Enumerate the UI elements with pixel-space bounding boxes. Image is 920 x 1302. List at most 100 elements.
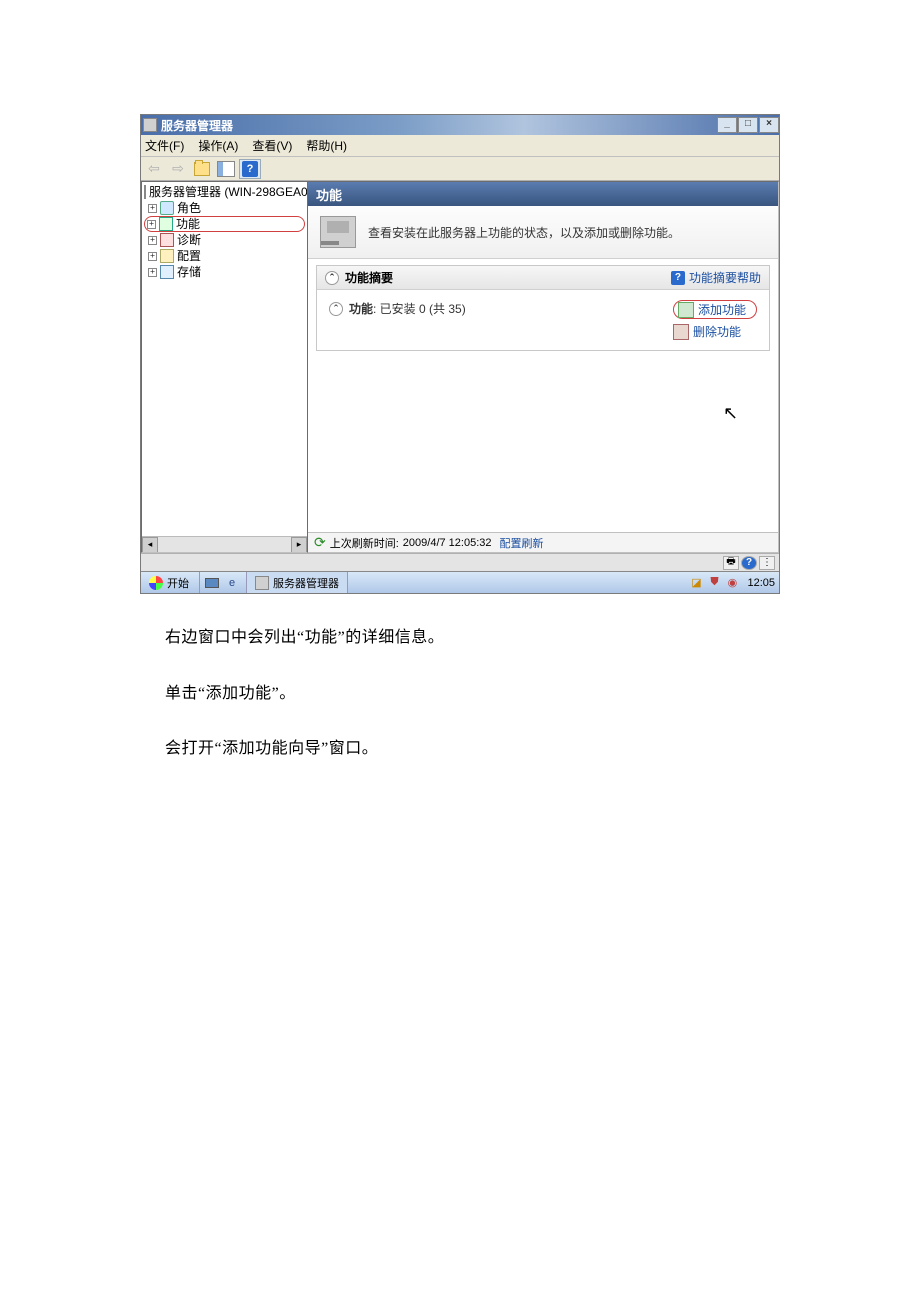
features-icon — [159, 217, 173, 231]
tray-shield-icon[interactable]: ⛊ — [707, 576, 721, 590]
configure-refresh-link[interactable]: 配置刷新 — [500, 535, 544, 551]
app-icon — [143, 118, 157, 132]
back-arrow-icon: ⇦ — [148, 160, 160, 177]
status-label: 功能 — [349, 300, 373, 317]
details-pane: 功能 查看安装在此服务器上功能的状态，以及添加或删除功能。 ⌃ 功能摘要 ? 功… — [307, 181, 779, 553]
doc-paragraph: 右边窗口中会列出“功能”的详细信息。 — [165, 625, 444, 651]
menu-help[interactable]: 帮助(H) — [306, 137, 347, 154]
section-title: 功能摘要 — [345, 269, 393, 286]
diagnostics-icon — [160, 233, 174, 247]
tree-item-roles[interactable]: + 角色 — [144, 200, 305, 216]
body: 服务器管理器 (WIN-298GEA078D + 角色 + 功能 + 诊断 — [141, 181, 779, 553]
doc-paragraph: 会打开“添加功能向导”窗口。 — [165, 736, 444, 762]
tree-label: 配置 — [177, 248, 201, 264]
forward-button[interactable]: ⇨ — [167, 159, 189, 179]
tree: 服务器管理器 (WIN-298GEA078D + 角色 + 功能 + 诊断 — [142, 182, 307, 536]
doc-paragraph: 单击“添加功能”。 — [165, 681, 444, 707]
expand-icon[interactable]: + — [148, 204, 157, 213]
remove-feature-link[interactable]: 删除功能 — [673, 323, 757, 340]
details-title: 功能 — [316, 185, 342, 204]
tree-item-storage[interactable]: + 存储 — [144, 264, 305, 280]
configuration-icon — [160, 249, 174, 263]
add-feature-label: 添加功能 — [698, 301, 746, 318]
menu-view[interactable]: 查看(V) — [252, 137, 292, 154]
storage-icon — [160, 265, 174, 279]
server-manager-window: 服务器管理器 _ □ × 文件(F) 操作(A) 查看(V) 帮助(H) ⇦ ⇨… — [140, 114, 780, 594]
tree-item-diagnostics[interactable]: + 诊断 — [144, 232, 305, 248]
menubar: 文件(F) 操作(A) 查看(V) 帮助(H) — [141, 135, 779, 157]
features-banner-icon — [320, 216, 356, 248]
menu-action[interactable]: 操作(A) — [198, 137, 238, 154]
tray-network-icon[interactable]: ◉ — [725, 576, 739, 590]
summary-help-link[interactable]: ? 功能摘要帮助 — [671, 269, 761, 286]
roles-icon — [160, 201, 174, 215]
panel-toggle[interactable] — [215, 159, 237, 179]
expand-icon[interactable]: + — [148, 268, 157, 277]
folder-icon — [194, 162, 210, 176]
refresh-icon: ⟳ — [314, 534, 326, 551]
tree-label: 存储 — [177, 264, 201, 280]
panel-icon — [217, 161, 235, 177]
minimize-button[interactable]: _ — [717, 117, 737, 133]
status-time: 2009/4/7 12:05:32 — [403, 537, 492, 549]
ie-icon: e — [229, 577, 235, 589]
document-text: 右边窗口中会列出“功能”的详细信息。 单击“添加功能”。 会打开“添加功能向导”… — [165, 625, 444, 792]
start-button[interactable]: 开始 — [141, 572, 197, 593]
features-summary-section: ⌃ 功能摘要 ? 功能摘要帮助 ⌃ 功能 : 已安装 0 (共 35) — [316, 265, 770, 351]
collapse-icon[interactable]: ⌃ — [329, 302, 343, 316]
maximize-button[interactable]: □ — [738, 117, 758, 133]
taskbar-item-server-manager[interactable]: 服务器管理器 — [246, 572, 348, 593]
help-link-label: 功能摘要帮助 — [689, 269, 761, 286]
banner-text: 查看安装在此服务器上功能的状态，以及添加或删除功能。 — [368, 224, 680, 241]
remove-feature-icon — [673, 324, 689, 340]
status-prefix: 上次刷新时间: — [330, 535, 399, 551]
start-label: 开始 — [167, 575, 189, 591]
add-feature-icon — [678, 302, 694, 318]
scroll-left-button[interactable]: ◂ — [142, 537, 158, 553]
help-toolbar-button[interactable]: ? — [239, 159, 261, 179]
menu-icon[interactable]: ⋮ — [759, 556, 775, 570]
tree-item-features[interactable]: + 功能 — [144, 216, 305, 232]
expand-icon[interactable]: + — [147, 220, 156, 229]
back-button[interactable]: ⇦ — [143, 159, 165, 179]
expand-icon[interactable]: + — [148, 252, 157, 261]
remove-feature-label: 删除功能 — [693, 323, 741, 340]
help-icon[interactable]: ? — [741, 556, 757, 570]
taskbar-clock[interactable]: 12:05 — [743, 577, 775, 589]
tree-root-label: 服务器管理器 (WIN-298GEA078D — [149, 184, 307, 200]
quicklaunch-show-desktop[interactable] — [202, 575, 222, 591]
close-button[interactable]: × — [759, 117, 779, 133]
windows-logo-icon — [149, 576, 163, 590]
status-value: : 已安装 0 (共 35) — [373, 300, 466, 317]
section-body: ⌃ 功能 : 已安装 0 (共 35) 添加功能 删除功能 — [317, 290, 769, 350]
tree-label: 角色 — [177, 200, 201, 216]
titlebar: 服务器管理器 _ □ × — [141, 115, 779, 135]
tree-item-configuration[interactable]: + 配置 — [144, 248, 305, 264]
tree-label: 功能 — [176, 216, 200, 232]
quicklaunch-item[interactable]: e — [222, 575, 242, 591]
print-icon[interactable]: 🖶 — [723, 556, 739, 570]
add-feature-link[interactable]: 添加功能 — [673, 300, 757, 319]
tree-root[interactable]: 服务器管理器 (WIN-298GEA078D — [144, 184, 305, 200]
toolbar: ⇦ ⇨ ? — [141, 157, 779, 181]
expand-icon[interactable]: + — [148, 236, 157, 245]
help-icon: ? — [671, 271, 685, 285]
statusbar: ⟳ 上次刷新时间: 2009/4/7 12:05:32 配置刷新 — [308, 532, 778, 552]
app-icon — [255, 576, 269, 590]
window-title: 服务器管理器 — [161, 117, 233, 134]
installed-status: ⌃ 功能 : 已安装 0 (共 35) — [329, 300, 466, 317]
up-button[interactable] — [191, 159, 213, 179]
h-scrollbar[interactable]: ◂ ▸ — [142, 536, 307, 552]
server-icon — [144, 185, 146, 199]
section-header: ⌃ 功能摘要 ? 功能摘要帮助 — [317, 266, 769, 290]
tray-notification-icon[interactable]: ◪ — [689, 576, 703, 590]
details-header: 功能 — [308, 182, 778, 206]
help-icon: ? — [242, 161, 258, 177]
forward-arrow-icon: ⇨ — [172, 160, 184, 177]
details-banner: 查看安装在此服务器上功能的状态，以及添加或删除功能。 — [308, 206, 778, 259]
desktop-icon — [205, 578, 219, 588]
collapse-icon[interactable]: ⌃ — [325, 271, 339, 285]
menu-file[interactable]: 文件(F) — [145, 137, 184, 154]
bottom-strip: 🖶 ? ⋮ — [141, 553, 779, 571]
scroll-right-button[interactable]: ▸ — [291, 537, 307, 553]
